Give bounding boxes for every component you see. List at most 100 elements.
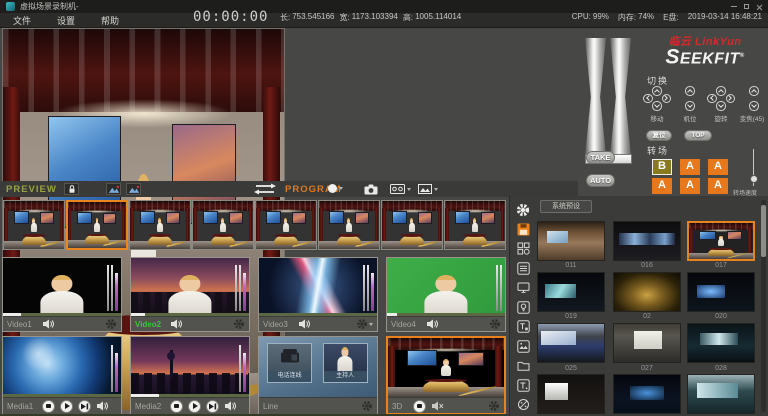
speaker-icon[interactable] — [426, 319, 438, 329]
speaker-icon[interactable] — [96, 401, 108, 411]
arrow-up-button[interactable] — [652, 86, 662, 96]
transition-button-a1[interactable]: A — [680, 159, 700, 175]
arrow-right-button[interactable] — [726, 94, 736, 104]
slider-knob[interactable] — [750, 175, 758, 183]
maximize-icon[interactable] — [744, 4, 749, 9]
dropdown-caret-icon[interactable] — [369, 323, 373, 326]
preset-scrollbar[interactable] — [761, 200, 766, 412]
scene-angle-thumb-7[interactable] — [381, 200, 443, 250]
swap-arrows-icon[interactable] — [252, 183, 278, 195]
preset-thumb-027[interactable] — [613, 323, 681, 363]
speaker-muted-icon[interactable] — [431, 401, 444, 411]
list-icon[interactable] — [516, 261, 531, 276]
layout-grid-icon[interactable] — [516, 241, 531, 256]
speaker-icon[interactable] — [42, 319, 54, 329]
source-video3-tile[interactable]: Video3 — [258, 257, 378, 332]
transition-button-a4[interactable]: A — [680, 178, 700, 194]
save-icon[interactable] — [516, 222, 531, 237]
arrow-right-button[interactable] — [662, 94, 672, 104]
image-capture-icon[interactable] — [418, 184, 438, 194]
source-line-tile[interactable]: 电话连线 主持人 Line — [258, 336, 378, 415]
phone-call-box[interactable]: 电话连线 — [267, 343, 312, 383]
gear-icon[interactable] — [356, 318, 368, 330]
preset-thumb-extra-1[interactable] — [537, 374, 605, 414]
source-video1-tile[interactable]: Video1 — [2, 257, 122, 332]
menu-help[interactable]: 帮助 — [88, 14, 132, 27]
source-3d-tile[interactable]: 3D — [386, 336, 506, 415]
gear-icon[interactable] — [488, 400, 500, 412]
scene-angle-thumb-1[interactable] — [3, 200, 65, 250]
folder-icon[interactable] — [516, 358, 531, 373]
menu-settings[interactable]: 设置 — [44, 14, 88, 27]
gear-icon[interactable] — [516, 202, 531, 217]
image-edit-alt-icon[interactable] — [126, 183, 141, 195]
image-layers-icon[interactable] — [516, 339, 531, 354]
next-icon[interactable] — [78, 400, 91, 413]
preset-thumb-016[interactable] — [613, 221, 681, 261]
record-icon[interactable] — [328, 184, 343, 193]
stop-icon[interactable] — [413, 400, 426, 413]
next-icon[interactable] — [206, 400, 219, 413]
scene-angle-thumb-8[interactable] — [444, 200, 506, 250]
arrow-left-button[interactable] — [643, 94, 653, 104]
speaker-icon[interactable] — [170, 319, 182, 329]
preset-thumb-025[interactable] — [537, 323, 605, 363]
preset-thumb-019[interactable] — [537, 272, 605, 312]
scene-angle-thumb-3[interactable] — [129, 200, 191, 250]
palette-icon[interactable] — [516, 397, 531, 412]
gear-icon[interactable] — [489, 318, 501, 330]
reset-button[interactable]: 复位 — [646, 130, 672, 141]
preset-thumb-020[interactable] — [687, 272, 755, 312]
preset-thumb-02[interactable] — [613, 272, 681, 312]
text-icon[interactable] — [516, 319, 531, 334]
scrollbar-thumb[interactable] — [761, 205, 766, 257]
take-button[interactable]: TAKE — [586, 151, 615, 164]
gear-icon[interactable] — [233, 318, 245, 330]
scene-angle-thumb-5[interactable] — [255, 200, 317, 250]
transition-button-a3[interactable]: A — [652, 178, 672, 194]
scene-angle-thumb-6[interactable] — [318, 200, 380, 250]
transition-button-b[interactable]: B — [652, 159, 672, 175]
preset-thumb-028[interactable] — [687, 323, 755, 363]
tape-record-icon[interactable] — [390, 184, 411, 194]
lock-icon[interactable] — [64, 183, 79, 195]
arrow-up-button[interactable] — [749, 86, 759, 96]
arrow-down-button[interactable] — [749, 101, 759, 111]
scene-angle-thumb-4[interactable] — [192, 200, 254, 250]
host-box[interactable]: 主持人 — [323, 343, 368, 383]
preset-thumb-017-selected[interactable] — [687, 221, 755, 261]
camera-snapshot-icon[interactable] — [364, 184, 378, 195]
stop-icon[interactable] — [42, 400, 55, 413]
source-media2-tile[interactable]: Media2 — [130, 336, 250, 415]
stop-icon[interactable] — [170, 400, 183, 413]
arrow-up-button[interactable] — [716, 86, 726, 96]
light-icon[interactable] — [516, 300, 531, 315]
gear-icon[interactable] — [361, 400, 373, 412]
arrow-down-button[interactable] — [685, 101, 695, 111]
arrow-down-button[interactable] — [652, 101, 662, 111]
source-media1-tile[interactable]: Media1 — [2, 336, 122, 415]
preset-thumb-extra-2[interactable] — [613, 374, 681, 414]
minimize-icon[interactable] — [731, 6, 737, 8]
arrow-down-button[interactable] — [716, 101, 726, 111]
transition-speed-slider[interactable] — [750, 149, 757, 186]
monitor-icon[interactable] — [516, 280, 531, 295]
source-video4-tile[interactable]: Video4 — [386, 257, 506, 332]
auto-button[interactable]: AUTO — [586, 174, 615, 187]
play-icon[interactable] — [188, 400, 201, 413]
speaker-icon[interactable] — [298, 319, 310, 329]
top-button[interactable]: TOP — [684, 130, 712, 141]
arrow-up-button[interactable] — [685, 86, 695, 96]
scene-angle-thumb-2-selected[interactable] — [66, 200, 128, 250]
source-video2-tile[interactable]: Video2 — [130, 257, 250, 332]
image-edit-icon[interactable] — [106, 183, 121, 195]
text-alt-icon[interactable] — [516, 378, 531, 393]
preset-thumb-011[interactable] — [537, 221, 605, 261]
speaker-icon[interactable] — [224, 401, 236, 411]
arrow-left-button[interactable] — [707, 94, 717, 104]
tbar-fader[interactable] — [585, 38, 632, 168]
menu-file[interactable]: 文件 — [0, 14, 44, 27]
play-icon[interactable] — [60, 400, 73, 413]
preset-tab[interactable]: 系统预设 — [540, 200, 592, 213]
transition-button-a2[interactable]: A — [708, 159, 728, 175]
